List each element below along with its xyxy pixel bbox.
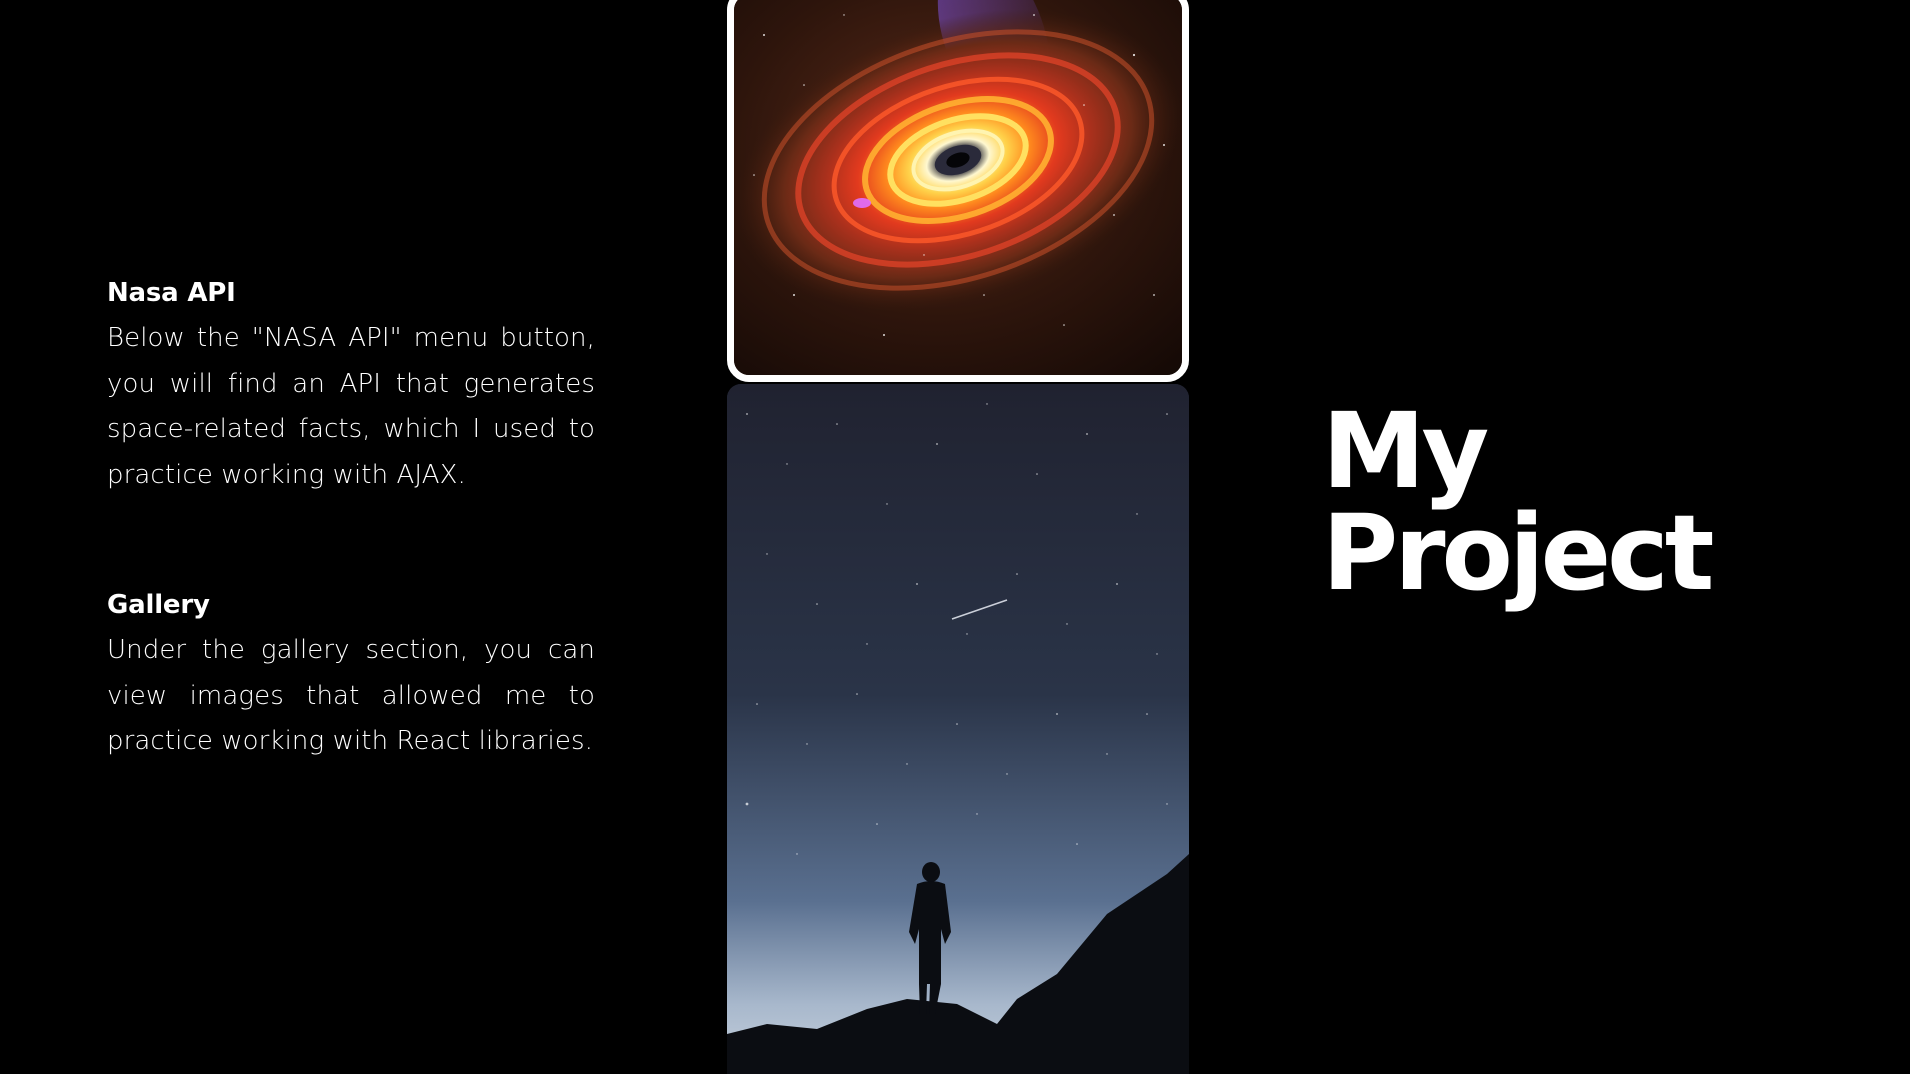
title-line-1: My xyxy=(1322,390,1489,512)
black-hole-galaxy-image xyxy=(727,0,1189,382)
nasa-api-section: Nasa API Below the "NASA API" menu butto… xyxy=(107,276,595,498)
nasa-api-description: Below the "NASA API" menu button, you wi… xyxy=(107,323,595,490)
gallery-section: Gallery Under the gallery section, you c… xyxy=(107,588,595,765)
nasa-api-heading: Nasa API xyxy=(107,278,236,308)
night-sky-silhouette-image xyxy=(727,384,1189,1074)
gallery-heading: Gallery xyxy=(107,590,210,620)
title-line-2: Project xyxy=(1322,492,1715,614)
night-sky-illustration xyxy=(727,384,1189,1074)
galaxy-illustration xyxy=(734,0,1182,375)
page-title: My Project xyxy=(1322,390,1715,614)
gallery-description: Under the gallery section, you can view … xyxy=(107,635,595,756)
